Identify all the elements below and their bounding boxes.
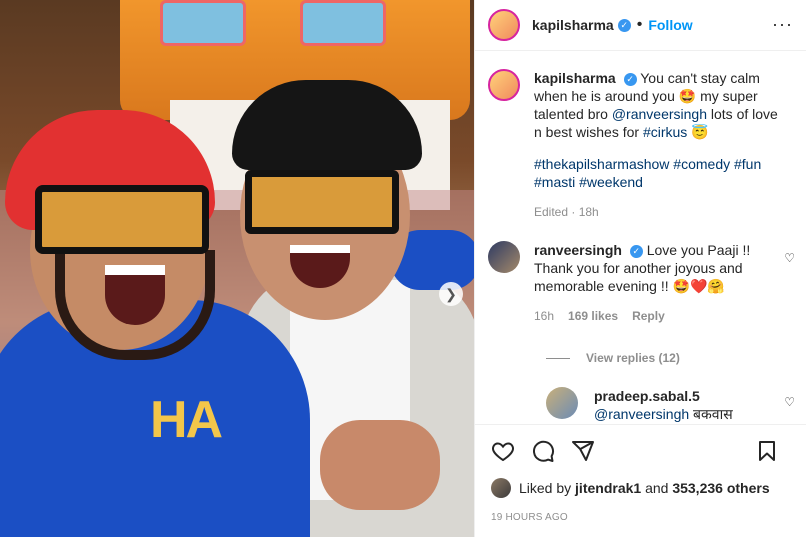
hashtag[interactable]: #thekapilsharmashow (534, 156, 669, 172)
liker-avatar[interactable] (491, 478, 511, 498)
comment-time[interactable]: 16h (534, 307, 554, 325)
mouth-left (105, 265, 165, 325)
hoodie-text: HA (150, 391, 223, 449)
post-time[interactable]: 19 HOURS AGO (491, 512, 568, 523)
divider-line (546, 357, 570, 359)
action-bar (475, 424, 806, 476)
reply-item: pradeep.sabal.5 @ranveersingh बकवास ♡ (475, 365, 806, 423)
hashtag[interactable]: #comedy (673, 156, 730, 172)
verified-icon: ✓ (629, 244, 643, 258)
more-icon[interactable]: ··· (772, 14, 793, 35)
hashtag[interactable]: #masti (534, 174, 575, 190)
hashtag[interactable]: #weekend (579, 174, 643, 190)
reply-text: बकवास (693, 406, 733, 422)
caption-mention[interactable]: @ranveersingh (612, 106, 707, 122)
peace-hand (320, 420, 440, 510)
caption-avatar[interactable] (488, 69, 520, 101)
commenter-avatar[interactable] (488, 241, 520, 273)
hashtag[interactable]: #fun (734, 156, 761, 172)
chevron-right-icon: ❯ (445, 285, 457, 302)
post-photo[interactable]: HA ❯ (0, 0, 474, 537)
pillow (300, 0, 386, 46)
separator-dot: • (636, 16, 643, 33)
liked-by-user[interactable]: jitendrak1 (575, 480, 641, 496)
view-replies-label: View replies (12) (586, 351, 680, 365)
share-icon[interactable] (571, 439, 595, 463)
sunglasses-right (245, 170, 399, 234)
caption-username[interactable]: kapilsharma (534, 70, 616, 86)
author-username[interactable]: kapilsharma (532, 17, 614, 33)
reply-body: pradeep.sabal.5 @ranveersingh बकवास (594, 387, 764, 423)
liked-by-count[interactable]: 353,236 others (672, 480, 769, 496)
comment-likes[interactable]: 169 likes (568, 307, 618, 325)
caption-tag[interactable]: #cirkus (643, 124, 687, 140)
follow-button[interactable]: Follow (648, 17, 692, 33)
comments-section[interactable]: kapilsharma ✓ You can't stay calm when h… (475, 51, 806, 423)
comment-meta: 16h 169 likes Reply (534, 307, 764, 325)
liked-by: Liked by jitendrak1 and 353,236 others (491, 478, 770, 498)
next-photo-button[interactable]: ❯ (439, 282, 463, 306)
comment-body: ranveersingh ✓ Love you Paaji !! Thank y… (534, 241, 764, 325)
reply-mention[interactable]: @ranveersingh (594, 406, 689, 422)
sunglasses-left (35, 185, 209, 254)
edited-time: Edited · 18h (534, 205, 599, 219)
comment-username[interactable]: ranveersingh (534, 242, 622, 258)
liked-by-prefix: Liked by (519, 480, 572, 496)
comment-icon[interactable] (531, 439, 555, 463)
comment-item: ranveersingh ✓ Love you Paaji !! Thank y… (475, 221, 806, 325)
liked-by-suffix: and (645, 480, 669, 496)
reply-username[interactable]: pradeep.sabal.5 (594, 388, 700, 404)
heart-icon[interactable]: ♡ (784, 251, 795, 265)
bookmark-icon[interactable] (755, 439, 779, 463)
view-replies-button[interactable]: View replies (12) (546, 351, 806, 365)
pillow (160, 0, 246, 46)
replier-avatar[interactable] (546, 387, 578, 419)
verified-icon: ✓ (623, 72, 637, 86)
heart-icon[interactable] (491, 439, 515, 463)
author-avatar[interactable] (488, 9, 520, 41)
post-header: kapilsharma ✓ • Follow ··· (475, 0, 806, 51)
reply-button[interactable]: Reply (632, 307, 665, 325)
verified-icon: ✓ (617, 18, 631, 32)
caption-emoji: 😇 (691, 124, 709, 140)
hashtags: #thekapilsharmashow #comedy #fun #masti … (534, 155, 784, 191)
caption-body: kapilsharma ✓ You can't stay calm when h… (534, 69, 784, 221)
caption: kapilsharma ✓ You can't stay calm when h… (475, 51, 806, 221)
post-panel: kapilsharma ✓ • Follow ··· kapilsharma ✓… (474, 0, 806, 537)
heart-icon[interactable]: ♡ (784, 395, 795, 409)
